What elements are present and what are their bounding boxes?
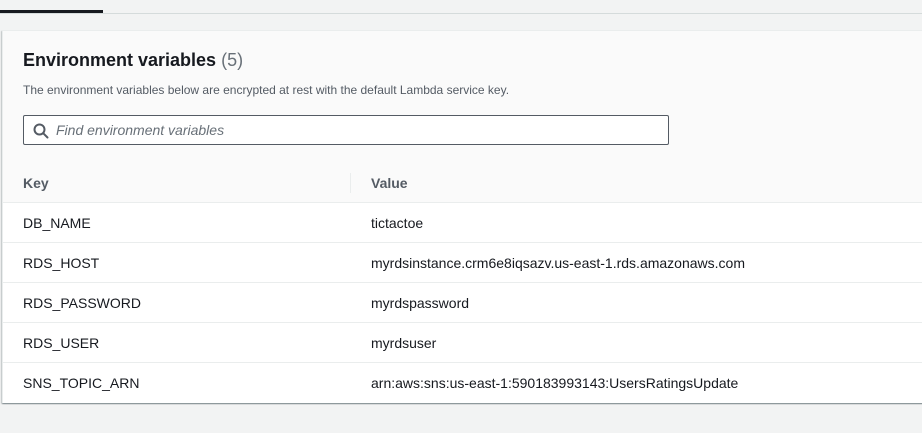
table-row: SNS_TOPIC_ARN arn:aws:sns:us-east-1:5901… — [3, 363, 922, 402]
row-key: RDS_HOST — [23, 255, 100, 271]
panel-description: The environment variables below are encr… — [23, 83, 510, 97]
column-header-key[interactable]: Key — [23, 175, 49, 191]
row-key: DB_NAME — [23, 215, 91, 231]
table-row: DB_NAME tictactoe — [3, 203, 922, 243]
environment-variables-panel: Environment variables (5) The environmen… — [2, 30, 922, 403]
row-value: myrdsuser — [371, 335, 437, 351]
tab-strip — [0, 0, 922, 14]
row-key: SNS_TOPIC_ARN — [23, 375, 140, 391]
table-row: RDS_PASSWORD myrdspassword — [3, 283, 922, 323]
search-icon — [33, 123, 49, 139]
row-key: RDS_PASSWORD — [23, 295, 141, 311]
row-value: arn:aws:sns:us-east-1:590183993143:Users… — [371, 375, 739, 391]
panel-title: Environment variables (5) — [23, 50, 243, 71]
panel-header: Environment variables (5) The environmen… — [3, 31, 922, 164]
active-tab-indicator — [0, 10, 103, 13]
search-input[interactable] — [56, 116, 656, 144]
row-key: RDS_USER — [23, 335, 100, 351]
search-box[interactable] — [23, 115, 669, 145]
panel-title-text: Environment variables — [23, 50, 217, 70]
row-value: tictactoe — [371, 215, 424, 231]
column-divider[interactable] — [350, 173, 351, 193]
table-header: Key Value — [3, 163, 922, 203]
table-row: RDS_HOST myrdsinstance.crm6e8iqsazv.us-e… — [3, 243, 922, 283]
row-value: myrdsinstance.crm6e8iqsazv.us-east-1.rds… — [371, 255, 745, 271]
variable-count: (5) — [221, 50, 244, 70]
column-header-value[interactable]: Value — [371, 175, 408, 191]
table-row: RDS_USER myrdsuser — [3, 323, 922, 363]
row-value: myrdspassword — [371, 295, 470, 311]
environment-variables-table: Key Value DB_NAME tictactoe RDS_HOST myr… — [3, 163, 922, 402]
